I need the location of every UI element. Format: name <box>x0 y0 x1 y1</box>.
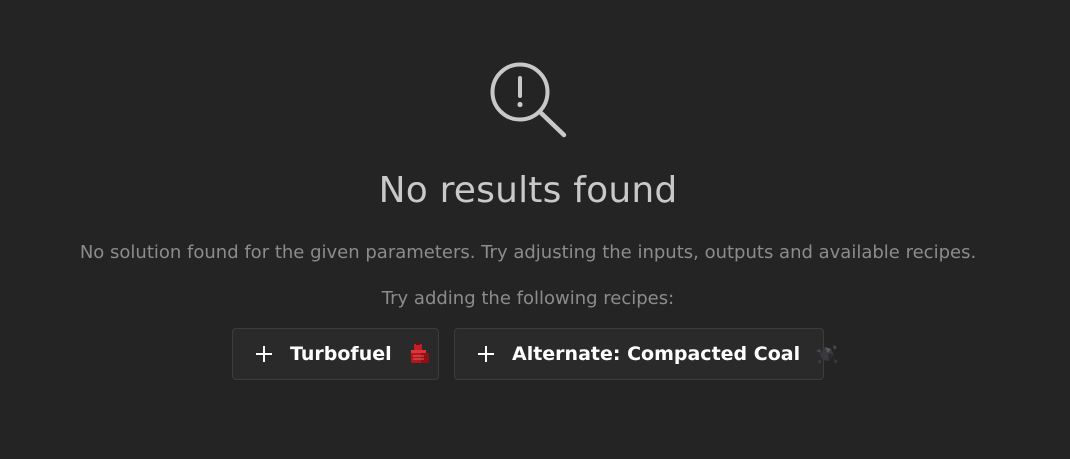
compacted-coal-icon <box>816 345 839 364</box>
suggestions-hint: Try adding the following recipes: <box>381 288 675 309</box>
empty-state: No results found No solution found for t… <box>0 0 1070 459</box>
add-recipe-turbofuel-button[interactable]: Turbofuel <box>232 328 439 380</box>
add-recipe-turbofuel-label: Turbofuel <box>290 343 392 365</box>
turbofuel-icon <box>410 342 429 363</box>
add-recipe-compacted-coal-button[interactable]: Alternate: Compacted Coal <box>454 328 839 380</box>
plus-icon <box>478 346 494 362</box>
empty-state-title: No results found <box>378 170 678 211</box>
add-recipe-compacted-coal-label: Alternate: Compacted Coal <box>512 343 801 365</box>
empty-state-description: No solution found for the given paramete… <box>79 242 977 263</box>
search-alert-icon <box>490 62 567 138</box>
plus-icon <box>256 346 272 362</box>
